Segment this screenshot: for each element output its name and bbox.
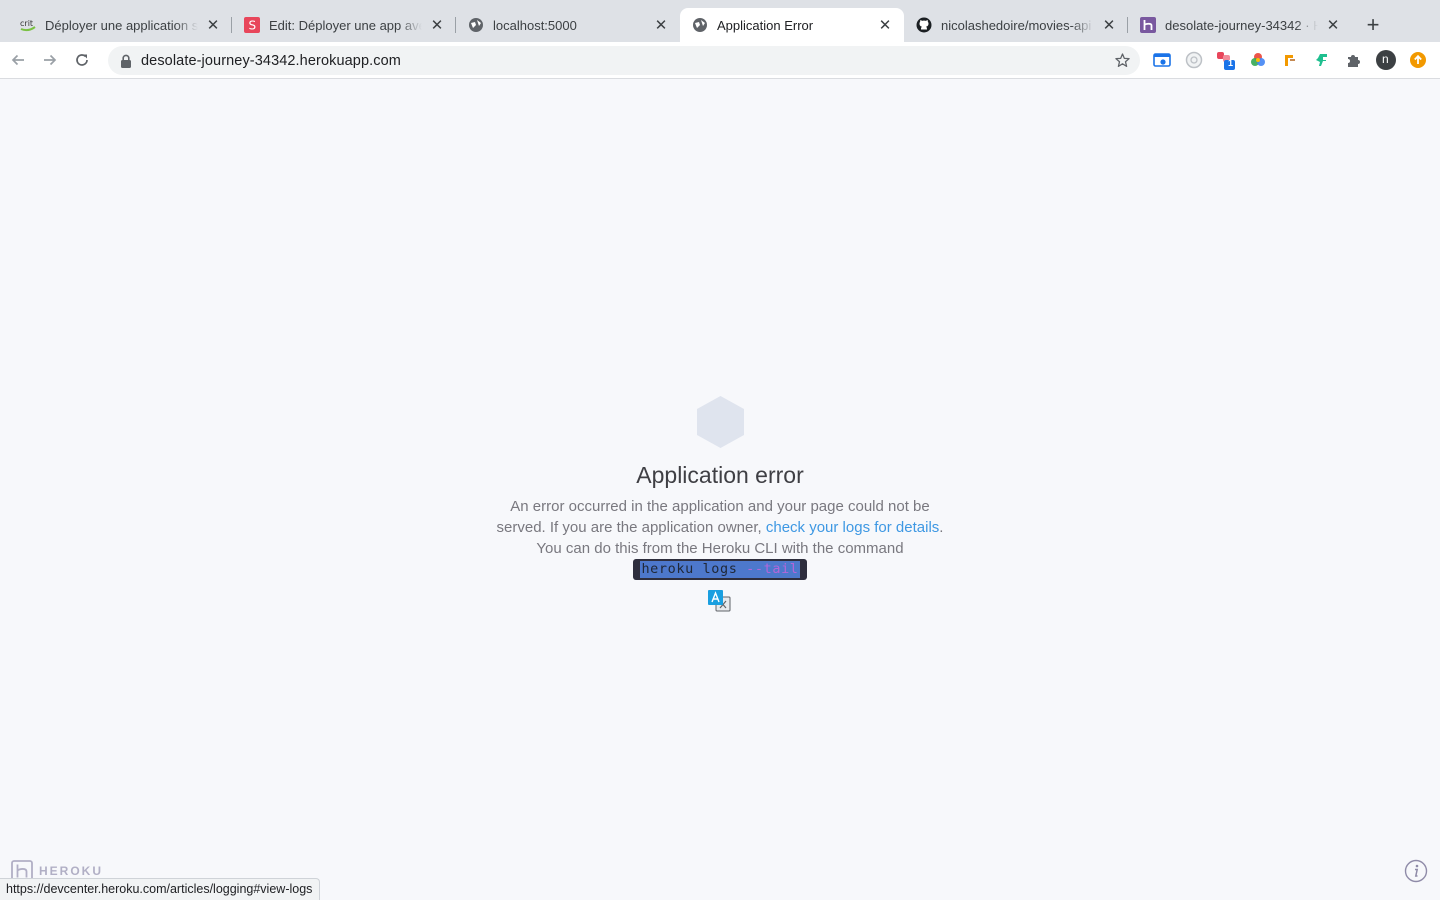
bookmark-star-icon[interactable]: [1114, 52, 1131, 69]
url-text[interactable]: desolate-journey-34342.herokuapp.com: [141, 53, 401, 69]
badge-extension-icon[interactable]: 1: [1215, 49, 1237, 71]
crit-logo-icon: crit: [20, 17, 36, 33]
tab-title: Déployer une application sur: [45, 17, 198, 33]
translate-icon[interactable]: [707, 589, 731, 613]
tab-heroku-dashboard[interactable]: desolate-journey-34342 · H ✕: [1128, 8, 1352, 42]
logs-link[interactable]: check your logs for details: [766, 519, 939, 536]
arrow-left-icon: [11, 54, 24, 66]
reload-icon: [76, 54, 88, 66]
cli-command-text[interactable]: heroku logs --tail: [640, 561, 800, 578]
s-logo-icon: S: [244, 17, 260, 33]
heroku-icon: [1140, 17, 1156, 33]
tab-deployer-application[interactable]: crit Déployer une application sur ✕: [8, 8, 232, 42]
dropper-extension-icon[interactable]: [1279, 49, 1301, 71]
forward-button[interactable]: [36, 46, 64, 74]
profile-initial: n: [1382, 52, 1389, 66]
update-icon[interactable]: [1407, 49, 1429, 71]
cli-command-flag: --tail: [746, 561, 799, 577]
close-icon[interactable]: ✕: [428, 16, 446, 34]
reload-button[interactable]: [68, 46, 96, 74]
extensions-puzzle-icon[interactable]: [1343, 49, 1365, 71]
svg-text:S: S: [249, 19, 257, 33]
link-status-bar: https://devcenter.heroku.com/articles/lo…: [0, 878, 321, 900]
cli-command-main: heroku logs: [641, 561, 747, 577]
svg-text:crit: crit: [20, 19, 33, 28]
close-icon[interactable]: ✕: [204, 16, 222, 34]
back-button[interactable]: [4, 46, 32, 74]
close-icon[interactable]: ✕: [876, 16, 894, 34]
info-icon[interactable]: [1404, 859, 1428, 883]
page-content: Application error An error occurred in t…: [0, 79, 1440, 900]
tab-application-error[interactable]: Application Error ✕: [680, 8, 904, 42]
globe-icon: [468, 17, 484, 33]
cli-command[interactable]: heroku logs --tail: [633, 559, 807, 580]
arrow-right-icon: [44, 54, 57, 66]
globe-icon: [692, 17, 708, 33]
tab-title: Edit: Déployer une app avec: [269, 17, 422, 33]
tab-title: desolate-journey-34342 · H: [1165, 17, 1318, 33]
tab-title: nicolashedoire/movies-api: [941, 17, 1092, 33]
tab-title: localhost:5000: [493, 17, 577, 33]
extension-badge-count: 1: [1228, 58, 1234, 68]
heroku-wordmark: HEROKU: [39, 864, 104, 878]
dinosaur-extension-icon[interactable]: [1311, 49, 1333, 71]
browser-toolbar: desolate-journey-34342.herokuapp.com 1 n: [0, 42, 1440, 79]
screenshot-extension-icon[interactable]: [1151, 49, 1173, 71]
tab-edit-deployer[interactable]: S Edit: Déployer une app avec ✕: [232, 8, 456, 42]
profile-avatar[interactable]: n: [1375, 49, 1397, 71]
color-picker-extension-icon[interactable]: [1247, 49, 1269, 71]
error-title: Application error: [636, 462, 804, 488]
error-message: An error occurred in the application and…: [490, 496, 950, 559]
new-tab-button[interactable]: +: [1356, 8, 1390, 42]
tab-localhost[interactable]: localhost:5000 ✕: [456, 8, 680, 42]
address-bar[interactable]: desolate-journey-34342.herokuapp.com: [108, 46, 1140, 75]
hexagon-icon: [697, 396, 744, 448]
lock-icon[interactable]: [120, 54, 132, 68]
timer-extension-icon[interactable]: [1183, 49, 1205, 71]
tab-title: Application Error: [717, 17, 814, 33]
tab-strip: crit Déployer une application sur ✕ S Ed…: [0, 0, 1440, 42]
close-icon[interactable]: ✕: [1324, 16, 1342, 34]
close-icon[interactable]: ✕: [1100, 16, 1118, 34]
close-icon[interactable]: ✕: [652, 16, 670, 34]
tab-github-movies-api[interactable]: nicolashedoire/movies-api ✕: [904, 8, 1128, 42]
github-icon: [916, 17, 932, 33]
